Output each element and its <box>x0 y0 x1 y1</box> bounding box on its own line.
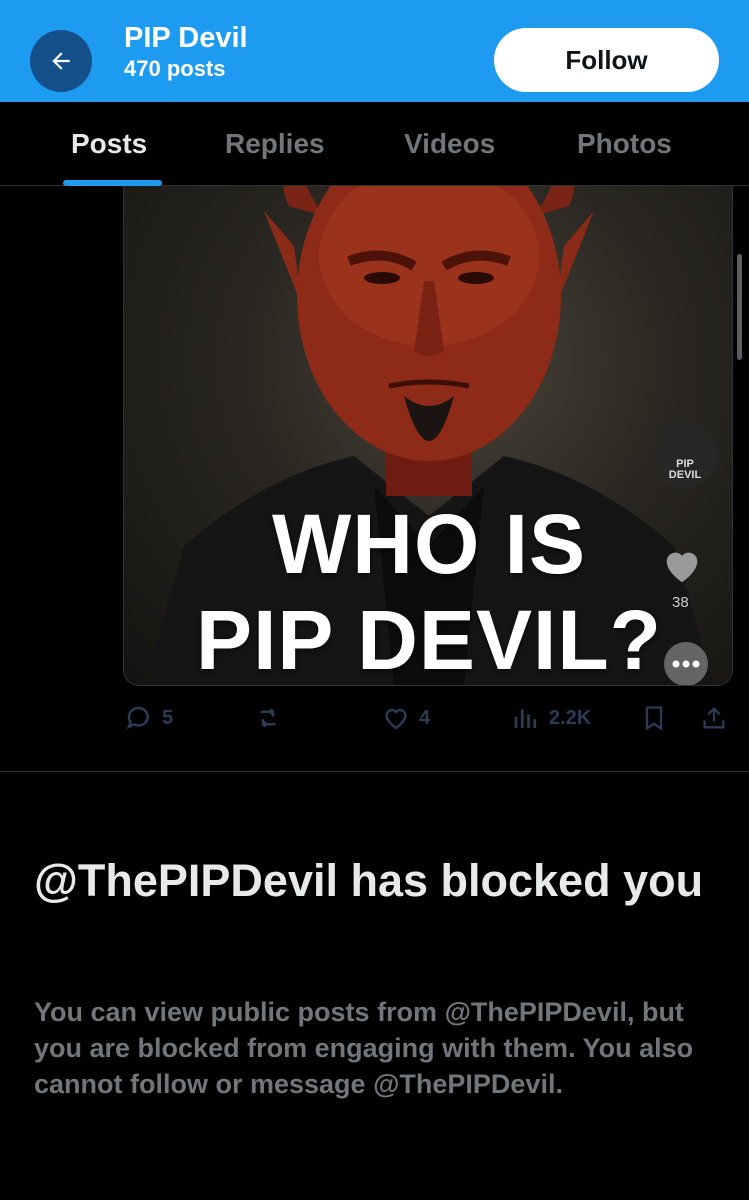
views-button[interactable]: 2.2K <box>511 703 591 733</box>
bookmark-button[interactable] <box>640 703 668 733</box>
bookmark-icon <box>645 706 663 731</box>
repost-button[interactable] <box>252 703 292 733</box>
tab-videos[interactable]: Videos <box>404 128 495 160</box>
follow-button[interactable]: Follow <box>494 28 719 92</box>
repost-icon <box>260 708 276 728</box>
reply-icon <box>126 706 149 730</box>
like-heart-icon <box>385 708 407 730</box>
overlay-like-count: 38 <box>672 594 689 611</box>
profile-name: PIP Devil <box>124 22 248 54</box>
scrollbar[interactable] <box>737 254 742 360</box>
pip-devil-watermark: PIP DEVIL <box>652 422 718 488</box>
views-chart-icon <box>514 709 537 728</box>
post-count: 470 posts <box>124 56 226 81</box>
blocked-title: @ThePIPDevil has blocked you <box>34 855 704 906</box>
profile-header: PIP Devil 470 posts Follow <box>0 0 749 102</box>
reply-button[interactable]: 5 <box>124 703 173 733</box>
tab-posts[interactable]: Posts <box>71 128 147 160</box>
watermark-text-2: DEVIL <box>668 469 702 482</box>
share-button[interactable] <box>700 703 728 733</box>
view-count: 2.2K <box>549 706 592 729</box>
profile-tabs: Posts Replies Videos Photos <box>0 102 749 186</box>
like-button[interactable]: 4 <box>381 703 430 733</box>
tab-photos[interactable]: Photos <box>577 128 672 160</box>
reply-count: 5 <box>162 706 174 729</box>
post-divider <box>0 771 749 772</box>
arrow-left-icon <box>52 52 70 70</box>
like-count: 4 <box>419 706 431 729</box>
share-icon <box>703 707 725 729</box>
post-media[interactable]: WHO IS PIP DEVIL? PIP DEVIL 38 <box>123 186 733 686</box>
overlay-text-line1: WHO IS <box>272 497 586 591</box>
more-dots-icon <box>664 642 708 685</box>
back-button[interactable] <box>30 30 92 92</box>
blocked-description: You can view public posts from @ThePIPDe… <box>34 997 694 1099</box>
tab-replies[interactable]: Replies <box>225 128 325 160</box>
overlay-text-line2: PIP DEVIL? <box>196 593 662 686</box>
heart-icon <box>666 552 698 583</box>
